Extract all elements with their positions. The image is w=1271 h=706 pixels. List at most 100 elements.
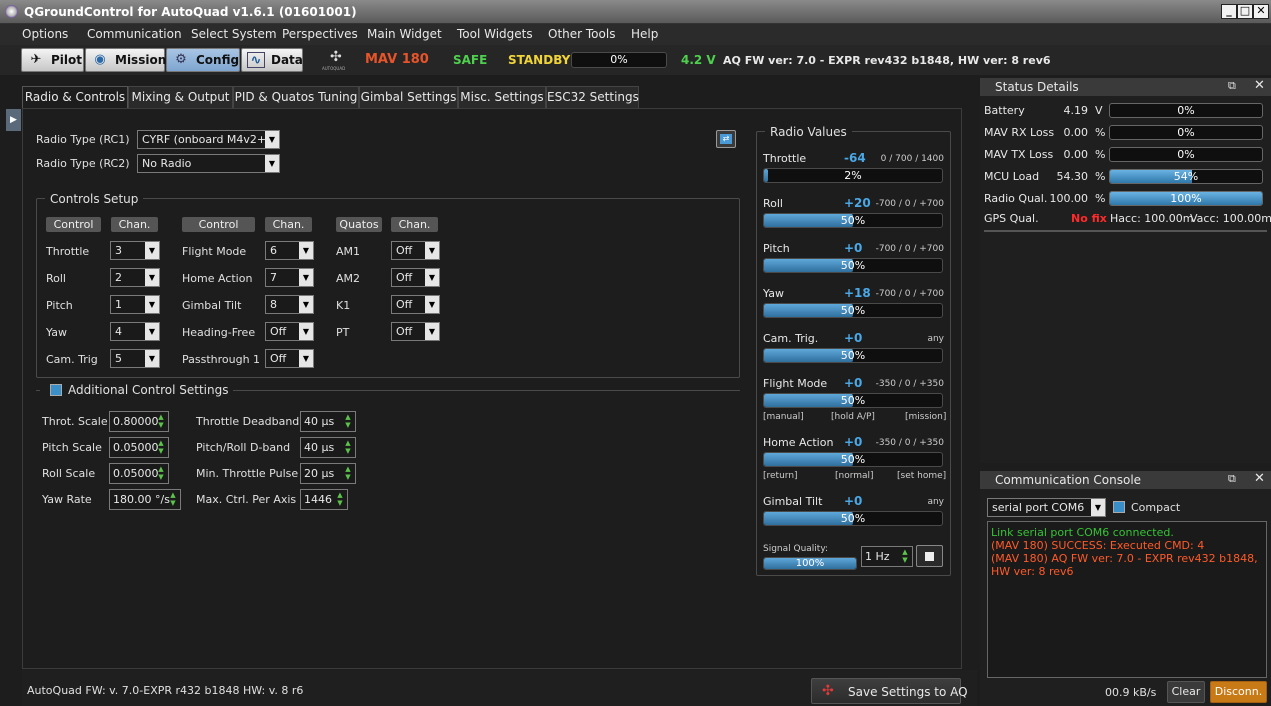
chan-select-2-3[interactable]: Off ▼	[265, 322, 314, 341]
spin-arrows-icon[interactable]: ▲ ▼	[156, 465, 166, 482]
menu-other-tools[interactable]: Other Tools	[548, 27, 615, 41]
spin-arrows-icon[interactable]: ▲ ▼	[343, 465, 353, 482]
additional-right-label-3: Max. Ctrl. Per Axis	[196, 493, 297, 506]
tab-radio-controls[interactable]: Radio & Controls	[22, 86, 128, 110]
quatos-chan-select-3[interactable]: Off ▼	[391, 322, 440, 341]
menu-options[interactable]: Options	[22, 27, 68, 41]
tab-mixing-output[interactable]: Mixing & Output	[128, 86, 233, 109]
quatos-chan-select-0[interactable]: Off ▼	[391, 241, 440, 260]
tab-misc-settings[interactable]: Misc. Settings	[458, 86, 546, 109]
tab-gimbal-settings[interactable]: Gimbal Settings	[359, 86, 458, 109]
rv-bar-1: 50%	[763, 213, 943, 228]
close-icon[interactable]: ✕	[1254, 78, 1265, 93]
chan-select-1-3[interactable]: 4 ▼	[110, 322, 160, 341]
chevron-down-icon: ▼	[425, 242, 439, 259]
autoquad-logo: ✣ AUTOQUAD	[322, 47, 354, 71]
spin-arrows-icon[interactable]: ▲ ▼	[343, 439, 353, 456]
chan-select-2-4[interactable]: Off ▼	[265, 349, 314, 368]
additional-right-label-0: Throttle Deadband	[196, 415, 300, 428]
pilot-button[interactable]: ✈ Pilot	[21, 48, 84, 72]
maximize-icon[interactable]: □	[1237, 4, 1253, 19]
refresh-icon: ⇄	[720, 134, 732, 144]
rv-value-7: +0	[844, 494, 863, 508]
minimize-icon[interactable]: _	[1221, 4, 1237, 19]
console-data-rate: 00.9 kB/s	[1105, 686, 1157, 699]
pilot-icon: ✈	[30, 52, 42, 67]
mav-status: MAV 180	[365, 52, 429, 67]
additional-left-spin-0[interactable]: 0.80000 ▲ ▼	[109, 411, 169, 432]
status-label-0: Battery	[984, 104, 1025, 117]
tab-pid-quatos[interactable]: PID & Quatos Tuning	[233, 86, 359, 109]
chevron-down-icon: ▼	[425, 296, 439, 313]
rv-bar-7: 50%	[763, 511, 943, 526]
additional-left-label-1: Pitch Scale	[42, 441, 102, 454]
menu-main-widget[interactable]: Main Widget	[367, 27, 442, 41]
additional-left-spin-1[interactable]: 0.05000 ▲ ▼	[109, 437, 169, 458]
additional-left-spin-3[interactable]: 180.00 °/s ▲ ▼	[109, 489, 181, 510]
tab-esc32-settings[interactable]: ESC32 Settings	[546, 86, 639, 109]
console-title: Communication Console	[995, 473, 1142, 487]
close-icon[interactable]: ✕	[1253, 4, 1269, 19]
rv-value-0: -64	[844, 151, 866, 165]
additional-left-spin-3-value: 180.00 °/s	[113, 493, 170, 506]
chan-select-1-1[interactable]: 2 ▼	[110, 268, 160, 287]
chan-select-2-2[interactable]: 8 ▼	[265, 295, 314, 314]
chevron-down-icon: ▼	[145, 269, 159, 286]
chan-select-2-1[interactable]: 7 ▼	[265, 268, 314, 287]
menu-perspectives[interactable]: Perspectives	[282, 27, 358, 41]
config-button[interactable]: ⚙ Config	[166, 48, 240, 72]
chan-select-2-0[interactable]: 6 ▼	[265, 241, 314, 260]
status-value-0: 4.19	[1063, 104, 1089, 117]
console-output[interactable]: Link serial port COM6 connected. (MAV 180…	[987, 521, 1267, 678]
chan-select-1-0[interactable]: 3 ▼	[110, 241, 160, 260]
rv-name-5: Flight Mode	[763, 377, 828, 390]
chan-select-1-4[interactable]: 5 ▼	[110, 349, 160, 368]
spin-arrows-icon[interactable]: ▲ ▼	[343, 413, 353, 430]
spin-arrows-icon[interactable]: ▲ ▼	[168, 491, 178, 508]
data-button[interactable]: ∿ Data	[241, 48, 303, 72]
spin-arrows-icon[interactable]: ▲ ▼	[335, 491, 345, 508]
disconnect-button[interactable]: Disconn.	[1210, 681, 1267, 703]
gps-hacc: Hacc: 100.00m	[1110, 212, 1194, 225]
additional-right-spin-1[interactable]: 40 µs ▲ ▼	[300, 437, 356, 458]
status-bar-text-1: 0%	[1177, 126, 1195, 139]
status-bar-text-0: 0%	[1177, 104, 1195, 117]
menu-help[interactable]: Help	[631, 27, 658, 41]
menu-communication[interactable]: Communication	[87, 27, 182, 41]
close-icon[interactable]: ✕	[1254, 471, 1265, 486]
spin-arrows-icon[interactable]: ▲ ▼	[156, 439, 166, 456]
float-icon[interactable]: ⧉	[1228, 79, 1236, 93]
spin-arrows-icon[interactable]: ▲ ▼	[156, 413, 166, 430]
float-icon[interactable]: ⧉	[1228, 472, 1236, 486]
additional-checkbox[interactable]	[50, 384, 62, 396]
home-action-label-return: [return]	[763, 471, 798, 481]
rv-bar-3: 50%	[763, 303, 943, 318]
side-panel-toggle[interactable]: ▶	[6, 109, 21, 131]
chan-select-1-2[interactable]: 1 ▼	[110, 295, 160, 314]
chan-select-1-3-value: 4	[115, 325, 122, 338]
additional-left-spin-2[interactable]: 0.05000 ▲ ▼	[109, 463, 169, 484]
rate-spinbox[interactable]: 1 Hz ▲ ▼	[861, 546, 913, 567]
console-port-select[interactable]: serial port COM6 ▼	[987, 498, 1106, 517]
rv-bar-text-5: 50%	[840, 394, 866, 407]
compact-checkbox[interactable]	[1113, 501, 1125, 513]
additional-right-spin-2[interactable]: 20 µs ▲ ▼	[300, 463, 356, 484]
refresh-button[interactable]: ⇄	[716, 130, 736, 148]
status-bar-2: 0%	[1109, 147, 1263, 162]
control-label-0: Throttle	[46, 245, 90, 258]
menu-tool-widgets[interactable]: Tool Widgets	[457, 27, 533, 41]
clear-button[interactable]: Clear	[1167, 681, 1205, 703]
rc2-select[interactable]: No Radio ▼	[137, 154, 280, 173]
menu-select-system[interactable]: Select System	[191, 27, 277, 41]
spin-arrows-icon[interactable]: ▲ ▼	[900, 548, 910, 565]
stop-button[interactable]	[916, 545, 943, 567]
controls-setup-title: Controls Setup	[45, 192, 144, 206]
quatos-chan-select-1[interactable]: Off ▼	[391, 268, 440, 287]
quatos-chan-select-2[interactable]: Off ▼	[391, 295, 440, 314]
additional-right-spin-3[interactable]: 1446 ▲ ▼	[300, 489, 348, 510]
chevron-down-icon: ▼	[299, 350, 313, 367]
mission-button[interactable]: ◉ Mission	[85, 48, 166, 72]
save-settings-button[interactable]: ✣ Save Settings to AQ	[811, 678, 968, 704]
rc1-select[interactable]: CYRF (onboard M4v2+) ▼	[137, 130, 280, 149]
additional-right-spin-0[interactable]: 40 µs ▲ ▼	[300, 411, 356, 432]
